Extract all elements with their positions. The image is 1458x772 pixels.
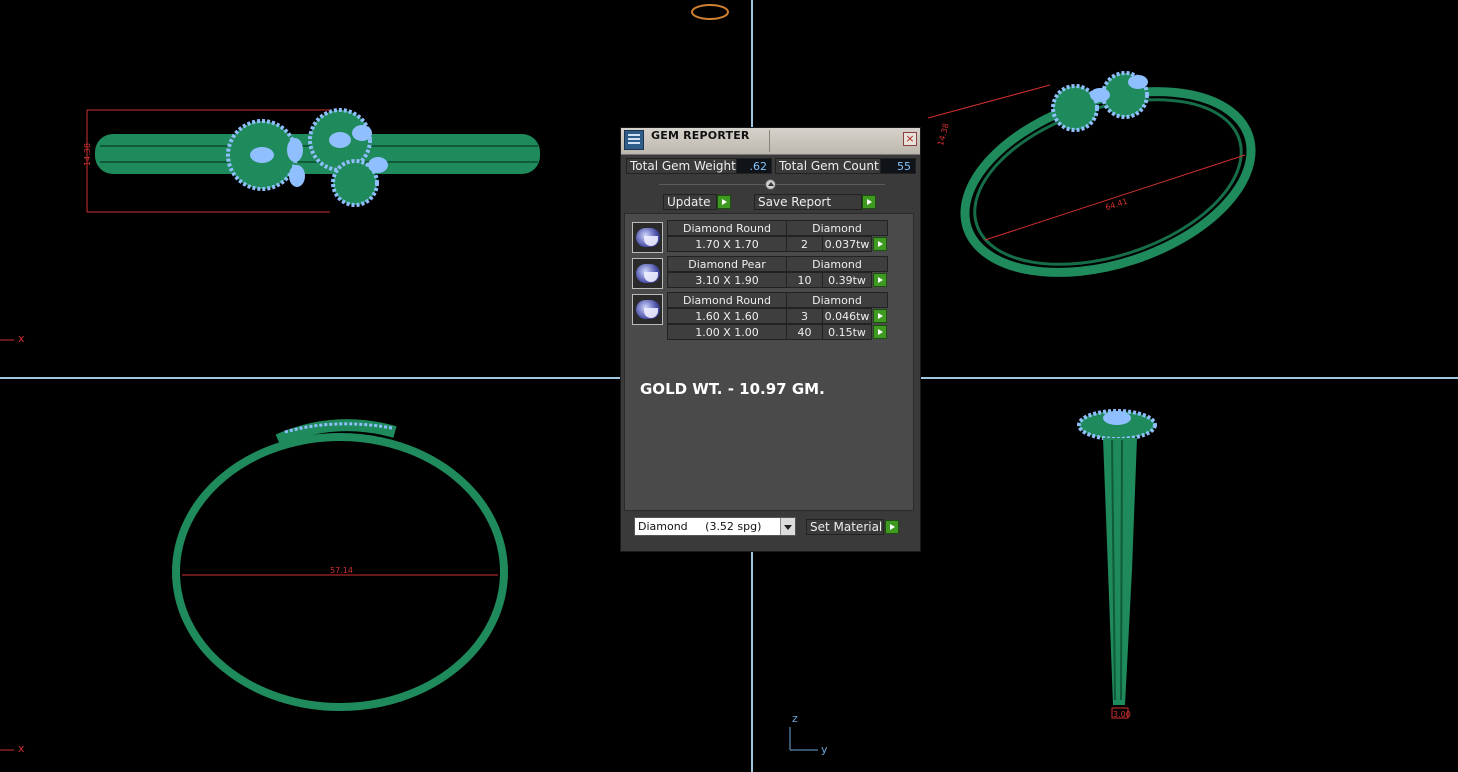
total-gem-weight-value: .62 [736,158,772,174]
gem-weight: 0.15tw [822,324,872,340]
save-report-play-icon[interactable] [862,195,876,209]
gem-reporter-dialog: GEM REPORTER × Total Gem Weight .62 Tota… [620,127,921,552]
gem-count: 40 [786,324,823,340]
navigator-thumbnail [691,4,729,20]
select-gem-play-icon[interactable] [873,237,887,251]
set-material-play-icon[interactable] [885,520,899,534]
diamond-round-icon[interactable] [632,294,663,325]
front-view-dimension: 57.14 [330,566,353,575]
total-gem-count-value: 55 [880,158,916,174]
select-gem-play-icon[interactable] [873,309,887,323]
gem-size: 1.60 X 1.60 [667,308,787,324]
material-select-value: Diamond (3.52 spg) [638,520,762,533]
title-separator [769,130,770,152]
save-report-button[interactable]: Save Report [754,194,862,210]
update-play-icon[interactable] [717,195,731,209]
gem-material: Diamond [786,292,888,308]
gem-weight: 0.39tw [822,272,872,288]
total-gem-count-label: Total Gem Count [775,158,882,174]
diamond-round-icon[interactable] [632,222,663,253]
gold-weight-note: GOLD WT. - 10.97 GM. [640,380,825,398]
y-axis-label: y [821,743,828,756]
gem-shape: Diamond Round [667,220,787,236]
gem-weight: 0.046tw [822,308,872,324]
side-view-model [1077,409,1157,719]
z-axis-label: z [792,712,798,725]
dialog-titlebar[interactable]: GEM REPORTER × [621,128,920,155]
gem-weight: 0.037tw [822,236,872,252]
gem-material: Diamond [786,220,888,236]
gem-size: 1.70 X 1.70 [667,236,787,252]
top-view-model [86,108,540,213]
top-view-dimension: 14.38 [82,143,92,166]
gem-count: 2 [786,236,823,252]
material-select[interactable]: Diamond (3.52 spg) [634,517,796,536]
gem-shape: Diamond Round [667,292,787,308]
report-icon [624,130,644,150]
close-button[interactable]: × [903,132,917,146]
gem-material: Diamond [786,256,888,272]
gem-list-panel: Diamond Round Diamond 1.70 X 1.70 2 0.03… [624,213,914,511]
collapse-chevron-up-icon[interactable] [765,179,776,190]
dialog-title: GEM REPORTER [651,129,750,142]
select-gem-play-icon[interactable] [873,273,887,287]
update-button[interactable]: Update [663,194,717,210]
gem-size: 1.00 X 1.00 [667,324,787,340]
diamond-pear-icon[interactable] [632,258,663,289]
gem-count: 3 [786,308,823,324]
select-gem-play-icon[interactable] [873,325,887,339]
side-view-dimension: 3.00 [1113,710,1131,719]
gem-shape: Diamond Pear [667,256,787,272]
chevron-down-icon[interactable] [780,518,795,535]
perspective-view-model [927,71,1256,277]
gem-count: 10 [786,272,823,288]
set-material-button[interactable]: Set Material [806,519,884,535]
gem-size: 3.10 X 1.90 [667,272,787,288]
x-axis-label-bottom: x [18,742,25,755]
x-axis-label-top: x [18,332,25,345]
